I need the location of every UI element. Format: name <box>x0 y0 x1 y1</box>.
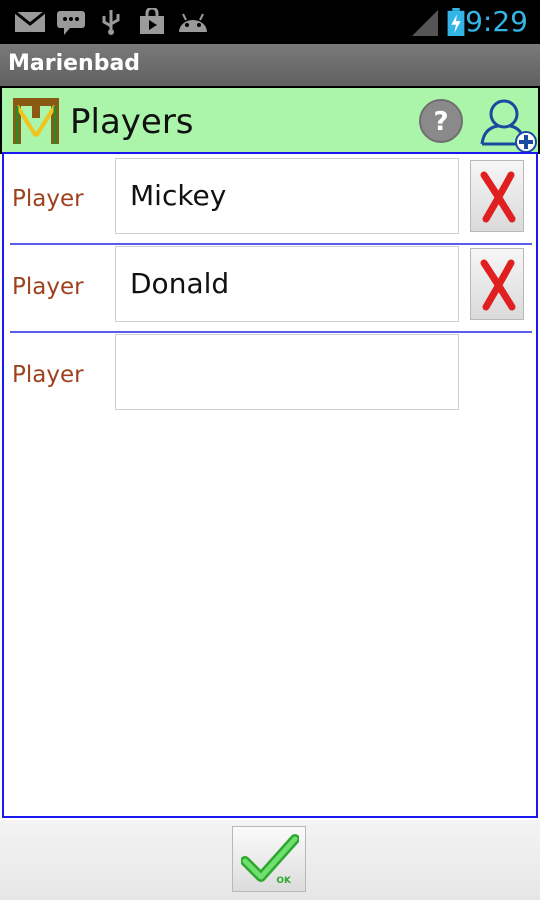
remove-player-button[interactable] <box>470 160 524 232</box>
status-bar: 9:29 <box>0 0 540 44</box>
ok-button[interactable]: OK <box>232 826 306 892</box>
app-titlebar: Marienbad <box>0 44 540 88</box>
ok-label: OK <box>276 876 292 886</box>
add-user-icon[interactable] <box>478 94 538 154</box>
remove-x-icon <box>480 171 516 223</box>
check-icon: OK <box>241 834 299 886</box>
app-title: Marienbad <box>8 51 141 76</box>
signal-icon <box>412 10 438 36</box>
players-header: Players ? <box>0 86 540 154</box>
battery-icon <box>447 8 465 36</box>
page-title: Players <box>70 102 194 142</box>
store-icon <box>140 8 164 34</box>
clock: 9:29 <box>465 5 528 38</box>
player-row: Player Donald <box>4 242 536 330</box>
player-label: Player <box>12 186 84 212</box>
usb-icon <box>102 10 120 35</box>
help-icon[interactable]: ? <box>418 98 464 144</box>
player-label: Player <box>12 274 84 300</box>
player-name-field[interactable]: Donald <box>115 246 459 322</box>
player-name-field[interactable] <box>115 334 459 410</box>
bottom-bar: OK <box>0 820 540 900</box>
remove-player-button[interactable] <box>470 248 524 320</box>
logo-icon <box>13 98 59 144</box>
players-list: Player Mickey Player Donald Player <box>2 152 538 818</box>
svg-text:?: ? <box>433 107 448 137</box>
sms-icon <box>57 11 85 35</box>
player-name-field[interactable]: Mickey <box>115 158 459 234</box>
player-label: Player <box>12 362 84 388</box>
android-icon <box>179 13 207 32</box>
remove-x-icon <box>480 259 516 311</box>
player-row: Player <box>4 330 536 418</box>
gmail-icon <box>14 10 46 32</box>
player-row: Player Mickey <box>4 154 536 242</box>
